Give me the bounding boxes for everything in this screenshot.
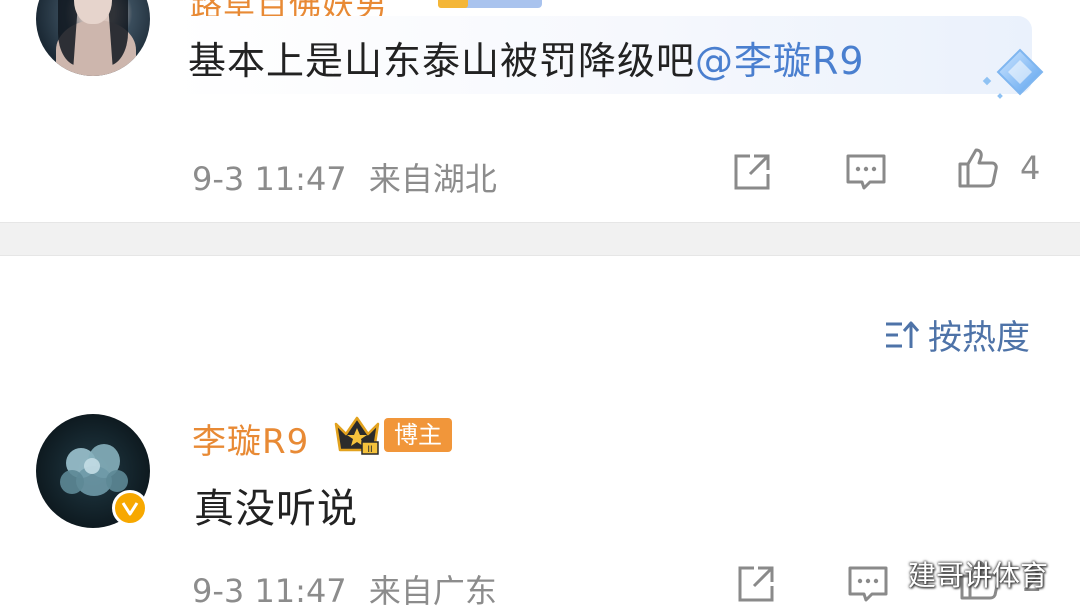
comment-meta: 9-3 11:47 来自广东 bbox=[192, 566, 497, 612]
like-icon bbox=[958, 148, 998, 188]
mention-link[interactable]: @李璇R9 bbox=[695, 39, 865, 83]
location: 来自湖北 bbox=[368, 160, 497, 198]
watermark: 建哥讲体育 bbox=[908, 559, 1049, 592]
like-button[interactable]: 4 bbox=[956, 146, 1040, 190]
avatar[interactable] bbox=[36, 0, 150, 76]
crown-icon: II bbox=[334, 416, 380, 455]
share-button[interactable] bbox=[730, 150, 774, 198]
username[interactable]: 李璇R9 bbox=[192, 414, 309, 463]
sort-label: 按热度 bbox=[928, 318, 1030, 358]
timestamp: 9-3 11:47 bbox=[192, 572, 347, 610]
sort-button[interactable]: 按热度 bbox=[884, 310, 1030, 359]
location: 来自广东 bbox=[368, 572, 497, 610]
comment-icon bbox=[846, 154, 886, 190]
svg-text:II: II bbox=[367, 445, 372, 455]
share-icon bbox=[738, 566, 774, 602]
verified-icon bbox=[112, 490, 148, 526]
share-icon bbox=[734, 154, 770, 190]
comment-text: 真没听说 bbox=[194, 486, 358, 532]
comment-button[interactable] bbox=[844, 150, 888, 198]
section-divider bbox=[0, 222, 1080, 256]
share-button[interactable] bbox=[734, 562, 778, 610]
comment-body: 基本上是山东泰山被罚降级吧 bbox=[188, 39, 696, 83]
comment-text: 基本上是山东泰山被罚降级吧@李璇R9 bbox=[188, 30, 865, 85]
timestamp: 9-3 11:47 bbox=[192, 160, 347, 198]
role-badge: 博主 bbox=[384, 418, 452, 452]
comment-button[interactable] bbox=[846, 562, 890, 610]
sort-icon bbox=[886, 321, 920, 348]
diamond-icon bbox=[982, 44, 1050, 104]
comment-meta: 9-3 11:47 来自湖北 bbox=[192, 154, 497, 200]
crown-icon bbox=[438, 0, 468, 8]
comment-icon bbox=[848, 566, 888, 602]
like-count: 4 bbox=[1020, 149, 1041, 187]
